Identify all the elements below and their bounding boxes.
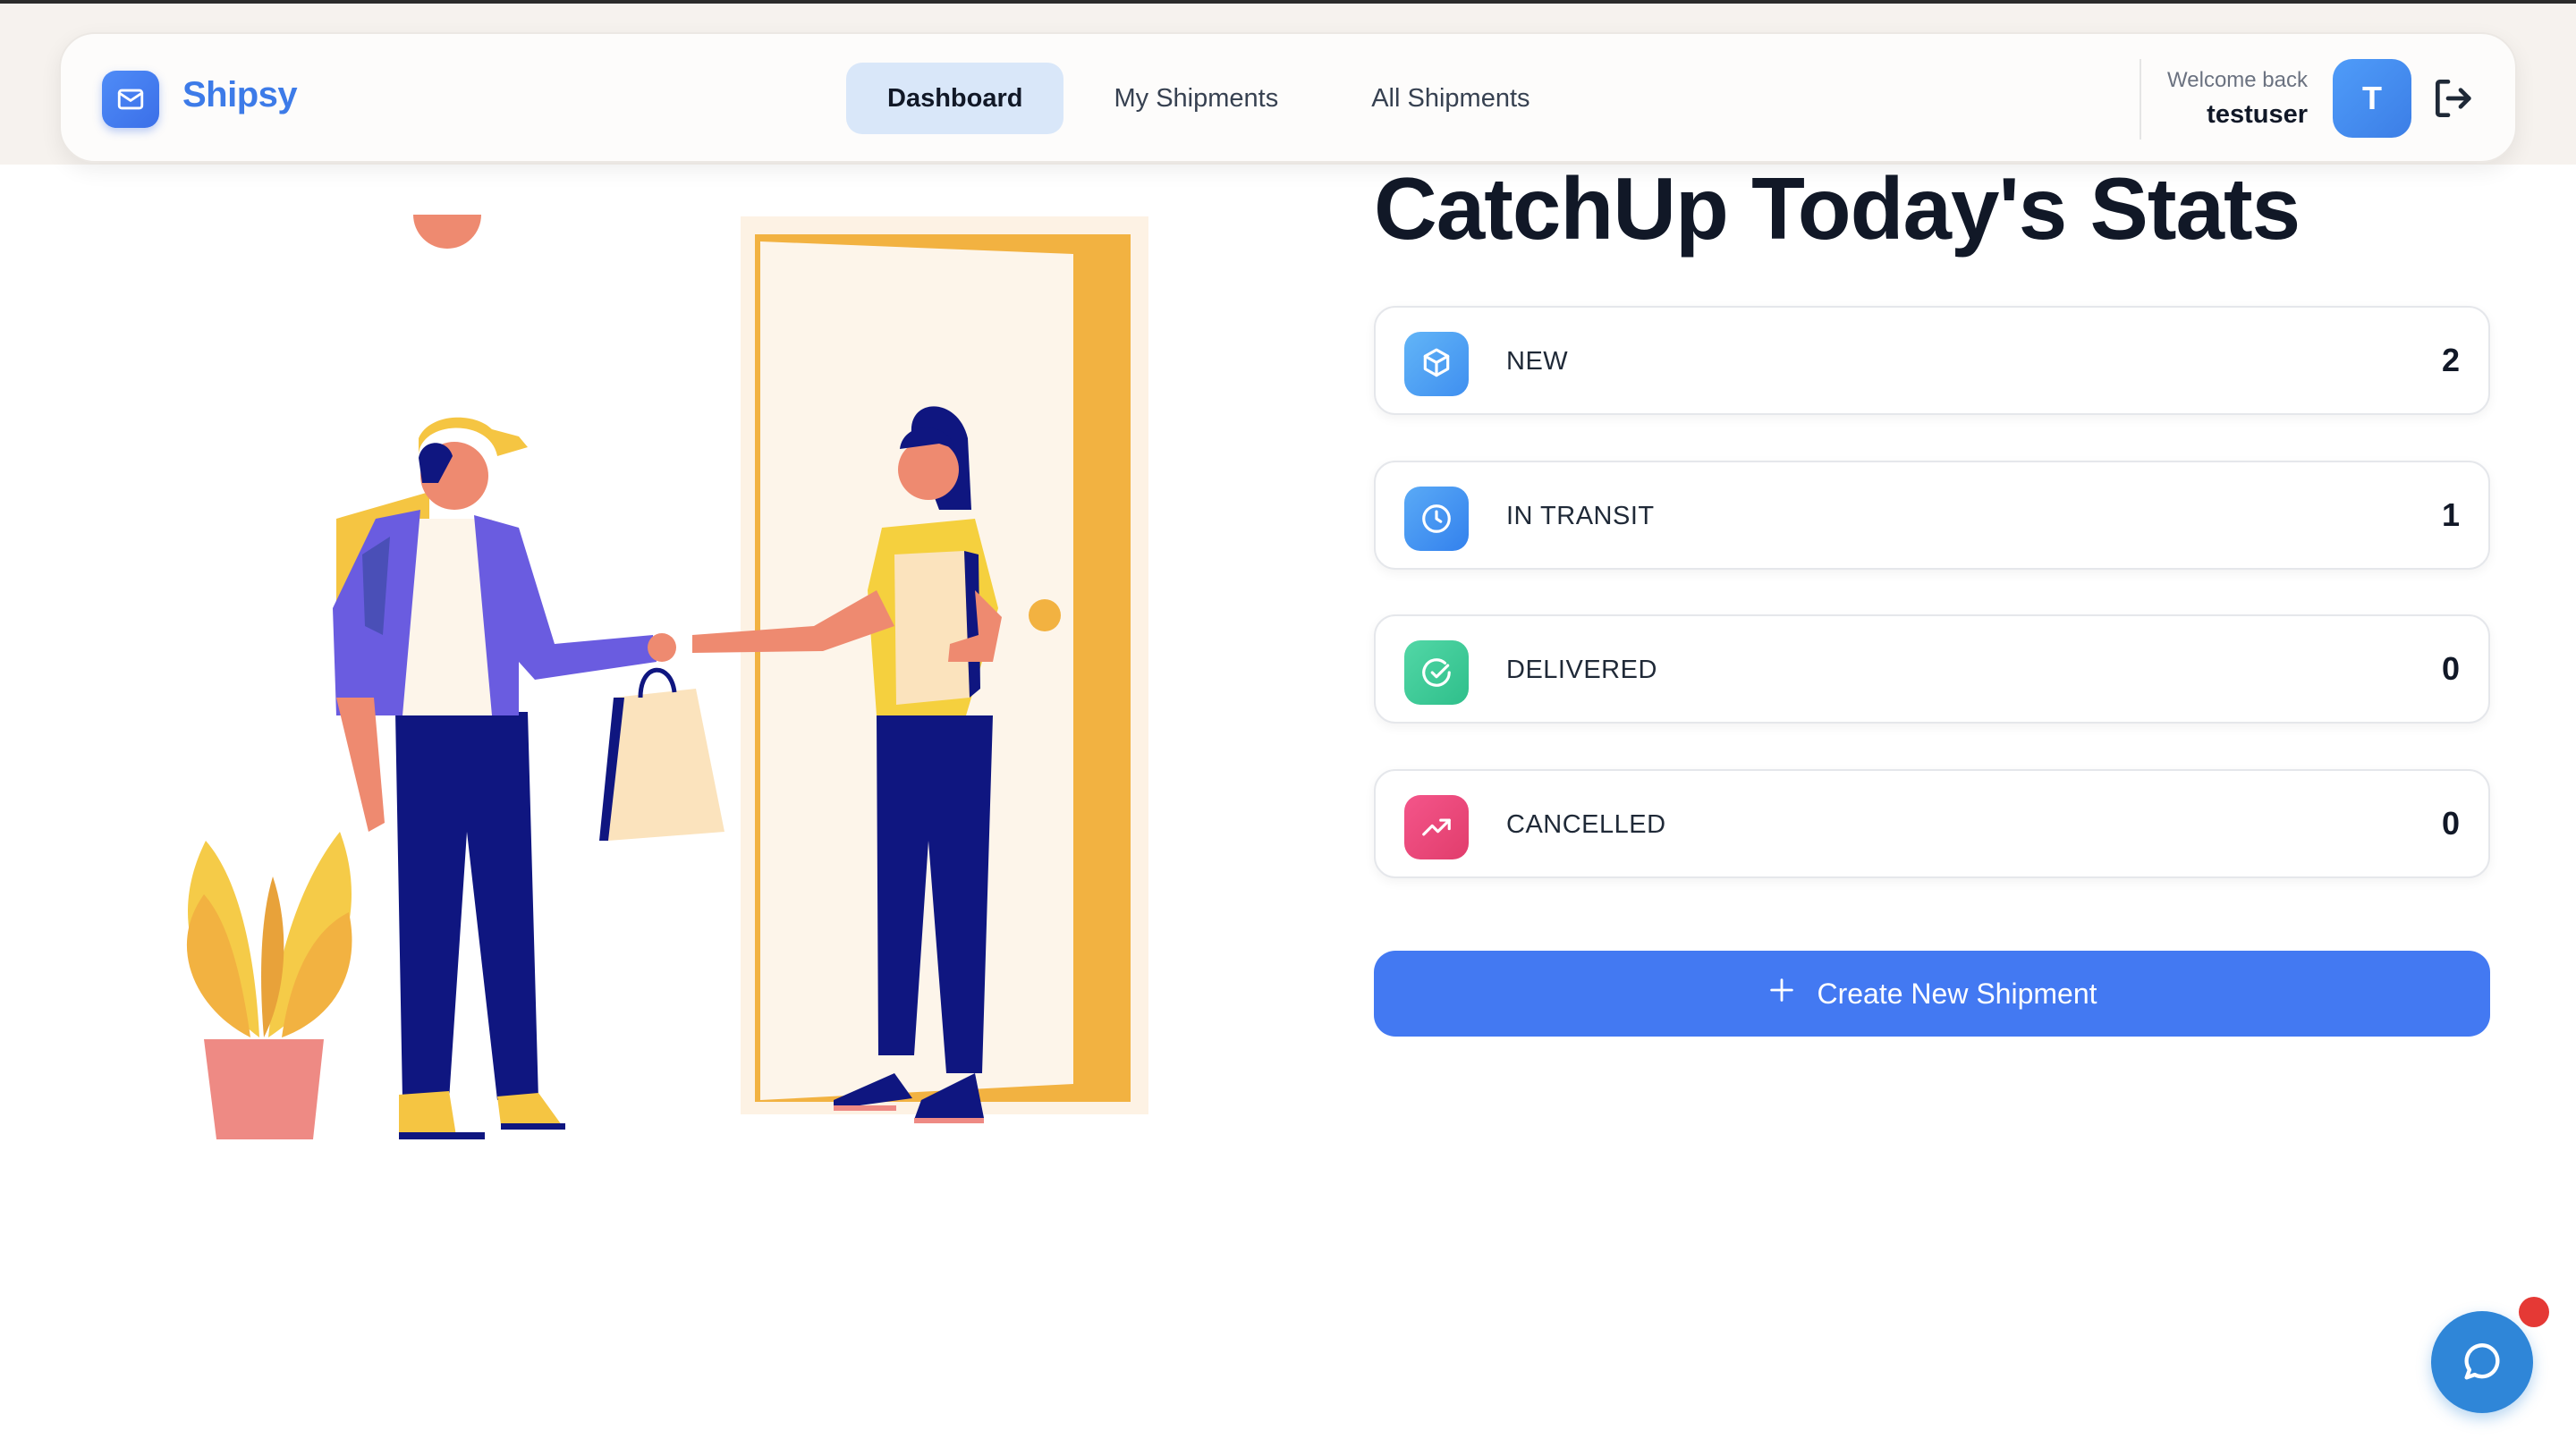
chat-icon[interactable]: [2431, 1311, 2533, 1413]
create-new-shipment-label: Create New Shipment: [1817, 977, 2097, 1010]
navbar: Shipsy Dashboard My Shipments All Shipme…: [59, 32, 2517, 163]
logout-icon[interactable]: [2429, 73, 2479, 123]
tab-my-shipments[interactable]: My Shipments: [1071, 63, 1321, 134]
welcome-block: Welcome back testuser: [2167, 68, 2308, 130]
stat-value: 0: [2441, 805, 2460, 842]
stat-card-new[interactable]: NEW 2: [1374, 306, 2490, 415]
trending-up-icon: [1404, 795, 1469, 859]
tab-all-shipments[interactable]: All Shipments: [1328, 63, 1572, 134]
stat-label: IN TRANSIT: [1506, 502, 1655, 530]
username: testuser: [2207, 100, 2308, 129]
clock-icon: [1404, 487, 1469, 551]
stat-label: CANCELLED: [1506, 810, 1666, 839]
delivery-illustration: [134, 181, 1163, 1154]
stat-card-cancelled[interactable]: CANCELLED 0: [1374, 769, 2490, 878]
plus-icon: [1767, 975, 1797, 1012]
stats-title: CatchUp Today's Stats: [1374, 159, 2301, 258]
welcome-label: Welcome back: [2167, 68, 2308, 92]
avatar[interactable]: T: [2333, 59, 2411, 138]
mail-icon[interactable]: [102, 71, 159, 128]
create-new-shipment-button[interactable]: Create New Shipment: [1374, 951, 2490, 1037]
check-circle-icon: [1404, 640, 1469, 705]
notification-badge: [2519, 1297, 2549, 1327]
brand-name[interactable]: Shipsy: [182, 75, 298, 115]
stat-value: 2: [2441, 342, 2460, 378]
stat-label: DELIVERED: [1506, 656, 1657, 684]
nav-tabs: Dashboard My Shipments All Shipments: [846, 63, 1573, 134]
stat-card-delivered[interactable]: DELIVERED 0: [1374, 614, 2490, 724]
stat-card-in-transit[interactable]: IN TRANSIT 1: [1374, 461, 2490, 570]
package-icon: [1404, 332, 1469, 396]
tab-dashboard[interactable]: Dashboard: [846, 63, 1064, 134]
stat-label: NEW: [1506, 347, 1569, 376]
stat-value: 0: [2441, 650, 2460, 687]
navbar-divider: [2140, 59, 2141, 140]
stat-value: 1: [2441, 496, 2460, 533]
